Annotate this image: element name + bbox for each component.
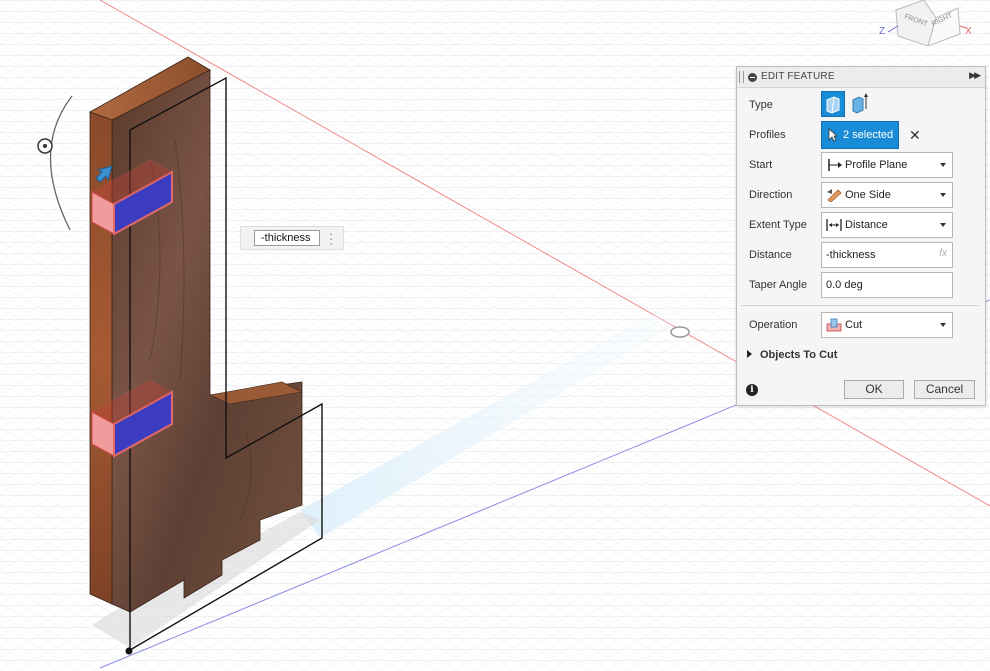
profiles-count: 2 selected bbox=[843, 129, 894, 141]
view-cube[interactable]: FRONT RIGHT Z X bbox=[876, 0, 990, 46]
extent-type-value: Distance bbox=[845, 219, 888, 231]
operation-label: Operation bbox=[749, 319, 798, 331]
sketch-origin-point bbox=[125, 647, 133, 655]
chevron-down-icon bbox=[940, 193, 946, 197]
pivot-marker bbox=[670, 326, 690, 338]
canvas-distance-input[interactable]: -thickness bbox=[254, 230, 320, 246]
taper-angle-label: Taper Angle bbox=[749, 279, 808, 291]
divider bbox=[741, 305, 979, 306]
panel-title: EDIT FEATURE bbox=[761, 71, 835, 82]
cursor-arrow-icon bbox=[828, 128, 838, 142]
expand-triangle-icon bbox=[747, 350, 752, 358]
extrude-surface-button[interactable] bbox=[849, 91, 873, 117]
double-chevron-right-icon[interactable]: ▶▶ bbox=[969, 70, 981, 81]
chevron-down-icon bbox=[940, 223, 946, 227]
profiles-label: Profiles bbox=[749, 129, 786, 141]
cancel-button[interactable]: Cancel bbox=[914, 380, 975, 399]
operation-dropdown[interactable]: Cut bbox=[821, 312, 953, 338]
z-axis-label: Z bbox=[879, 26, 885, 37]
taper-angle-value: 0.0 deg bbox=[826, 279, 863, 291]
objects-to-cut-label: Objects To Cut bbox=[760, 349, 838, 361]
canvas-distance-widget: -thickness · · · bbox=[240, 226, 344, 250]
panel-header[interactable]: EDIT FEATURE ▶▶ bbox=[737, 67, 985, 88]
minus-circle-icon[interactable] bbox=[748, 73, 757, 82]
extrude-solid-icon bbox=[826, 96, 840, 114]
cut-icon bbox=[826, 318, 842, 332]
operation-value: Cut bbox=[845, 319, 863, 331]
taper-angle-input[interactable]: 0.0 deg bbox=[821, 272, 953, 298]
start-value: Profile Plane bbox=[845, 159, 908, 171]
extent-type-dropdown[interactable]: Distance bbox=[821, 212, 953, 238]
distance-icon bbox=[826, 219, 842, 231]
distance-label: Distance bbox=[749, 249, 792, 261]
edit-feature-panel: EDIT FEATURE ▶▶ Type Profiles 2 selected… bbox=[736, 66, 986, 406]
clear-selection-icon[interactable]: ✕ bbox=[909, 127, 921, 144]
extrude-solid-button[interactable] bbox=[821, 91, 845, 117]
direction-value: One Side bbox=[845, 189, 891, 201]
start-dropdown[interactable]: Profile Plane bbox=[821, 152, 953, 178]
distance-input[interactable]: -thickness fx bbox=[821, 242, 953, 268]
info-icon[interactable]: i bbox=[746, 384, 758, 396]
drag-grip-icon[interactable] bbox=[739, 71, 744, 83]
fx-icon[interactable]: fx bbox=[939, 248, 947, 259]
distance-value: -thickness bbox=[826, 249, 876, 261]
profiles-select-button[interactable]: 2 selected bbox=[821, 121, 899, 149]
more-options-icon[interactable]: · · · bbox=[329, 227, 335, 250]
extrude-surface-icon bbox=[852, 93, 868, 114]
ok-button[interactable]: OK bbox=[844, 380, 904, 399]
one-side-icon bbox=[827, 189, 842, 202]
profile-plane-icon bbox=[828, 159, 842, 171]
direction-label: Direction bbox=[749, 189, 793, 201]
chevron-down-icon bbox=[940, 163, 946, 167]
start-label: Start bbox=[749, 159, 773, 171]
type-label: Type bbox=[749, 99, 773, 111]
extent-type-label: Extent Type bbox=[749, 219, 807, 231]
objects-to-cut-toggle[interactable]: Objects To Cut bbox=[747, 349, 837, 361]
chevron-down-icon bbox=[940, 323, 946, 327]
direction-dropdown[interactable]: One Side bbox=[821, 182, 953, 208]
